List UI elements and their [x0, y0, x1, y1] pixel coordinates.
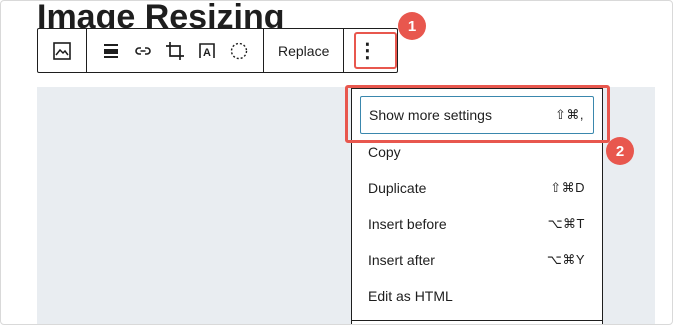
menu-item-shortcut: ⌥⌘Y — [546, 252, 585, 267]
crop-icon — [164, 40, 186, 62]
svg-text:A: A — [203, 47, 211, 59]
menu-item-label: Duplicate — [368, 180, 427, 196]
replace-button[interactable]: Replace — [278, 43, 329, 59]
annotation-highlight-1 — [354, 32, 397, 69]
select-button[interactable] — [223, 29, 255, 72]
menu-item-edit-as-html[interactable]: Edit as HTML — [352, 278, 602, 314]
align-button[interactable] — [95, 29, 127, 72]
replace-group: Replace — [264, 29, 345, 72]
text-overlay-button[interactable]: A — [191, 29, 223, 72]
menu-item-insert-before[interactable]: Insert before ⌥⌘T — [352, 206, 602, 242]
text-overlay-icon: A — [197, 41, 217, 61]
align-icon — [101, 41, 121, 61]
menu-item-label: Insert after — [368, 252, 435, 268]
menu-item-label: Copy — [368, 144, 401, 160]
annotation-badge-2: 2 — [606, 137, 634, 165]
menu-divider — [352, 320, 602, 321]
menu-item-shortcut: ⌥⌘T — [547, 216, 585, 231]
link-icon — [133, 41, 153, 61]
menu-item-duplicate[interactable]: Duplicate ⇧⌘D — [352, 170, 602, 206]
link-button[interactable] — [127, 29, 159, 72]
block-type-group — [38, 29, 87, 72]
crop-button[interactable] — [159, 29, 191, 72]
menu-item-label: Edit as HTML — [368, 288, 453, 304]
image-icon — [52, 41, 72, 61]
block-tools-group: A — [87, 29, 264, 72]
image-block-button[interactable] — [46, 29, 78, 72]
block-toolbar: A Replace ⋮ — [37, 28, 398, 73]
menu-item-shortcut: ⇧⌘D — [550, 180, 585, 195]
dashed-circle-icon — [229, 41, 249, 61]
annotation-highlight-2 — [345, 85, 610, 143]
editor-frame: Image Resizing A Replace ⋮ 1 Show more s… — [0, 0, 673, 325]
menu-item-insert-after[interactable]: Insert after ⌥⌘Y — [352, 242, 602, 278]
annotation-badge-1: 1 — [398, 12, 426, 40]
menu-item-label: Insert before — [368, 216, 447, 232]
